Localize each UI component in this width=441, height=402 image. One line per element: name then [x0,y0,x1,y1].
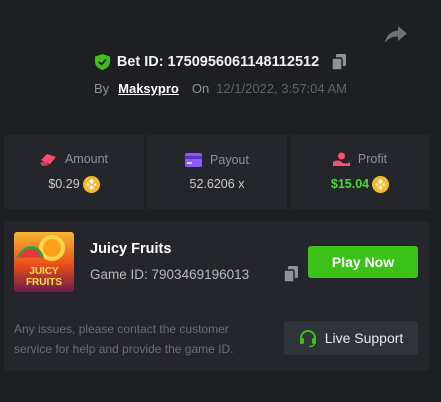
stat-amount: Amount $0.29 [4,135,144,209]
on-label: On [191,81,210,96]
support-notice: Any issues, please contact the customer … [14,322,234,356]
amount-value: $0.29 [48,177,80,191]
verified-shield-icon [94,54,110,70]
game-id-label: Game ID: [90,267,148,282]
profit-label: Profit [357,151,388,166]
headset-icon [299,329,316,347]
live-support-button[interactable]: Live Support [284,321,418,355]
coin-icon [82,175,100,193]
profit-icon [332,152,350,166]
game-card: JUICY FRUITS Juicy Fruits Game ID: 79034… [4,221,430,371]
payout-icon [185,153,203,167]
thumb-text-fruits: FRUITS [26,277,62,288]
bet-id-row: Bet ID: 1750956061148112512 [0,54,441,70]
by-label: By [93,81,110,96]
coin-icon [372,175,390,193]
copy-game-id-icon[interactable] [284,266,298,282]
play-now-button[interactable]: Play Now [308,246,418,278]
payout-label: Payout [210,153,249,167]
bet-stats: Amount $0.29 Payout 52.6206 x Profit $15… [4,135,430,209]
payout-value: 52.6206 x [189,177,245,191]
live-support-label: Live Support [324,330,404,346]
game-title: Juicy Fruits [90,241,172,257]
amount-label: Amount [64,151,109,166]
profit-value: $15.04 [330,177,370,191]
bet-id-label: Bet ID: [116,54,164,70]
thumb-text-juicy: JUICY [29,266,59,277]
stat-payout: Payout 52.6206 x [147,135,287,209]
game-id: Game ID: 7903469196013 [90,267,249,282]
copy-bet-id-icon[interactable] [332,54,347,70]
game-id-value: 7903469196013 [151,267,250,282]
bet-date: 12/1/2022, 3:57:04 AM [216,81,348,96]
amount-icon [39,153,56,166]
share-icon[interactable] [384,24,408,44]
bet-id-value: 1750956061148112512 [167,54,320,70]
game-thumbnail[interactable]: JUICY FRUITS [14,232,74,292]
username-link[interactable]: Maksypro [118,81,179,96]
stat-profit: Profit $15.04 [290,135,430,209]
bet-meta-row: By Maksypro On 12/1/2022, 3:57:04 AM [0,81,441,96]
